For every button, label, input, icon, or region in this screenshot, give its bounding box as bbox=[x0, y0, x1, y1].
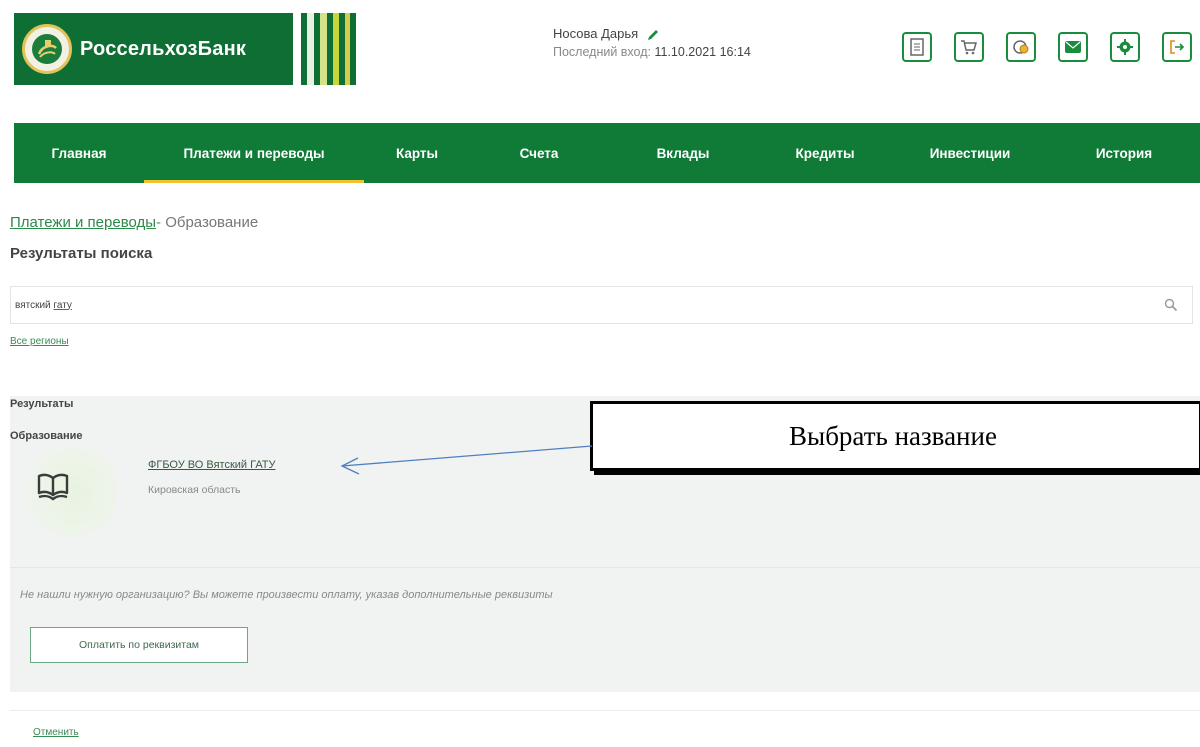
user-name[interactable]: Носова Дарья bbox=[553, 26, 638, 41]
bank-emblem-icon bbox=[22, 24, 72, 74]
nav-accounts[interactable]: Счета bbox=[470, 123, 608, 183]
nav-deposits[interactable]: Вклады bbox=[608, 123, 758, 183]
mail-icon[interactable] bbox=[1058, 32, 1088, 62]
nav-cards[interactable]: Карты bbox=[364, 123, 470, 183]
logout-icon[interactable] bbox=[1162, 32, 1192, 62]
annotation-callout: Выбрать название bbox=[590, 401, 1200, 471]
edit-pencil-icon[interactable] bbox=[646, 28, 660, 42]
header-icons bbox=[880, 32, 1192, 62]
pay-by-details-button[interactable]: Оплатить по реквизитам bbox=[30, 627, 248, 663]
nav-investments[interactable]: Инвестиции bbox=[892, 123, 1048, 183]
not-found-note: Не нашли нужную организацию? Вы можете п… bbox=[20, 589, 553, 601]
search-icon[interactable] bbox=[1164, 298, 1178, 312]
bank-logo[interactable]: РоссельхозБанк bbox=[14, 13, 356, 85]
nav-history[interactable]: История bbox=[1048, 123, 1200, 183]
nav-credits[interactable]: Кредиты bbox=[758, 123, 892, 183]
search-input[interactable]: вятский гату bbox=[10, 286, 1193, 324]
breadcrumb: Платежи и переводы- Образование bbox=[10, 214, 258, 231]
last-login-value: 11.10.2021 16:14 bbox=[654, 45, 751, 59]
all-regions-link[interactable]: Все регионы bbox=[10, 336, 69, 347]
cart-icon[interactable] bbox=[954, 32, 984, 62]
results-divider bbox=[10, 567, 1200, 568]
book-icon bbox=[37, 473, 69, 501]
search-value-prefix: вятский bbox=[15, 299, 54, 311]
logo-stripes bbox=[287, 13, 350, 85]
bottom-divider bbox=[10, 710, 1200, 711]
nav-home[interactable]: Главная bbox=[14, 123, 144, 183]
page-title: Результаты поиска bbox=[10, 245, 153, 262]
org-region: Кировская область bbox=[148, 484, 241, 496]
search-value-underlined: гату bbox=[53, 299, 72, 311]
cancel-link[interactable]: Отменить bbox=[33, 727, 79, 738]
last-login-label: Последний вход: bbox=[553, 45, 651, 59]
breadcrumb-current: - Образование bbox=[156, 214, 259, 231]
breadcrumb-link-payments[interactable]: Платежи и переводы bbox=[10, 214, 156, 231]
coins-icon[interactable] bbox=[1006, 32, 1036, 62]
nav-payments[interactable]: Платежи и переводы bbox=[144, 123, 364, 183]
last-login: Последний вход: 11.10.2021 16:14 bbox=[553, 43, 751, 62]
callout-text: Выбрать название bbox=[789, 420, 997, 451]
document-icon[interactable] bbox=[902, 32, 932, 62]
results-title: Результаты bbox=[10, 398, 74, 410]
main-nav: Главная Платежи и переводы Карты Счета В… bbox=[14, 123, 1200, 183]
user-block: Носова Дарья Последний вход: 11.10.2021 … bbox=[553, 24, 751, 62]
settings-icon[interactable] bbox=[1110, 32, 1140, 62]
org-name-link[interactable]: ФГБОУ ВО Вятский ГАТУ bbox=[148, 459, 276, 471]
logo-text: РоссельхозБанк bbox=[80, 37, 247, 60]
search-value: вятский гату bbox=[15, 300, 72, 311]
